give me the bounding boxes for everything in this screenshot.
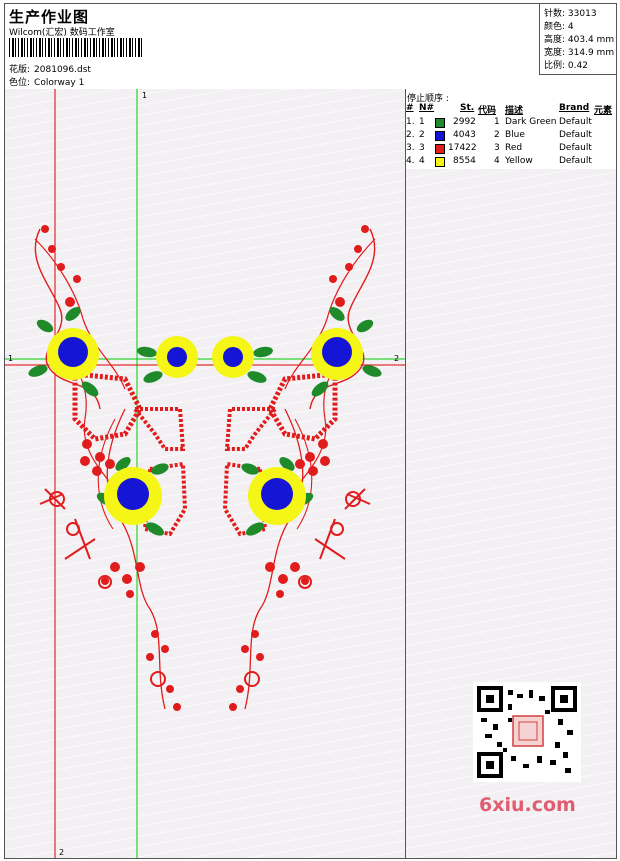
col-hash: #	[406, 103, 414, 113]
col-st: St.	[460, 103, 475, 113]
design-value: 2081096.dst	[34, 65, 91, 75]
col-n: N#	[419, 103, 435, 113]
guide-label-top: 1	[142, 91, 147, 100]
embroidery-preview: 1 2 1 2	[5, 89, 405, 858]
color-swatch	[435, 157, 445, 167]
qr-code	[472, 681, 583, 811]
production-sheet: 生产作业图 Wilcom(汇宏) 数码工作室 花版: 2081096.dst 色位…	[4, 3, 617, 859]
stat-height: 高度: 403.4 mm	[544, 35, 615, 45]
embroidery-motif	[28, 225, 383, 711]
barcode	[9, 38, 143, 57]
guide-label-right: 2	[394, 354, 399, 363]
col-desc: 描述	[505, 106, 524, 116]
colorway-row: 色位: Colorway 1	[9, 75, 84, 88]
design-canvas: 1 2 1 2	[5, 89, 406, 858]
stat-colors: 颜色: 4	[544, 22, 574, 32]
stat-scale: 比例: 0.42	[544, 61, 588, 71]
sheet-title: 生产作业图	[9, 8, 90, 26]
col-brand: Brand	[559, 103, 590, 113]
guide-label-bottom: 2	[59, 848, 64, 857]
studio-name: Wilcom(汇宏) 数码工作室	[9, 28, 115, 38]
col-code: 代码	[478, 106, 497, 116]
sheet-header: 生产作业图 Wilcom(汇宏) 数码工作室 花版: 2081096.dst 色位…	[5, 4, 617, 90]
guide-label-left: 1	[8, 354, 13, 363]
colorway-value: Colorway 1	[34, 78, 85, 88]
stats-box: 针数: 33013 颜色: 4 高度: 403.4 mm 宽度: 314.9 m…	[539, 4, 617, 75]
stop-sequence-panel: 停止顺序 : # N# St. 代码 描述 Brand 元素 1. 1 2992…	[405, 89, 616, 170]
stat-width: 宽度: 314.9 mm	[544, 48, 615, 58]
stat-stitches: 针数: 33013	[544, 9, 597, 19]
color-swatch	[435, 144, 445, 154]
design-row: 花版: 2081096.dst	[9, 62, 91, 75]
color-swatch	[435, 118, 445, 128]
colorway-label: 色位:	[9, 78, 31, 88]
col-element: 元素	[594, 106, 613, 116]
color-swatch	[435, 131, 445, 141]
design-label: 花版:	[9, 65, 31, 75]
